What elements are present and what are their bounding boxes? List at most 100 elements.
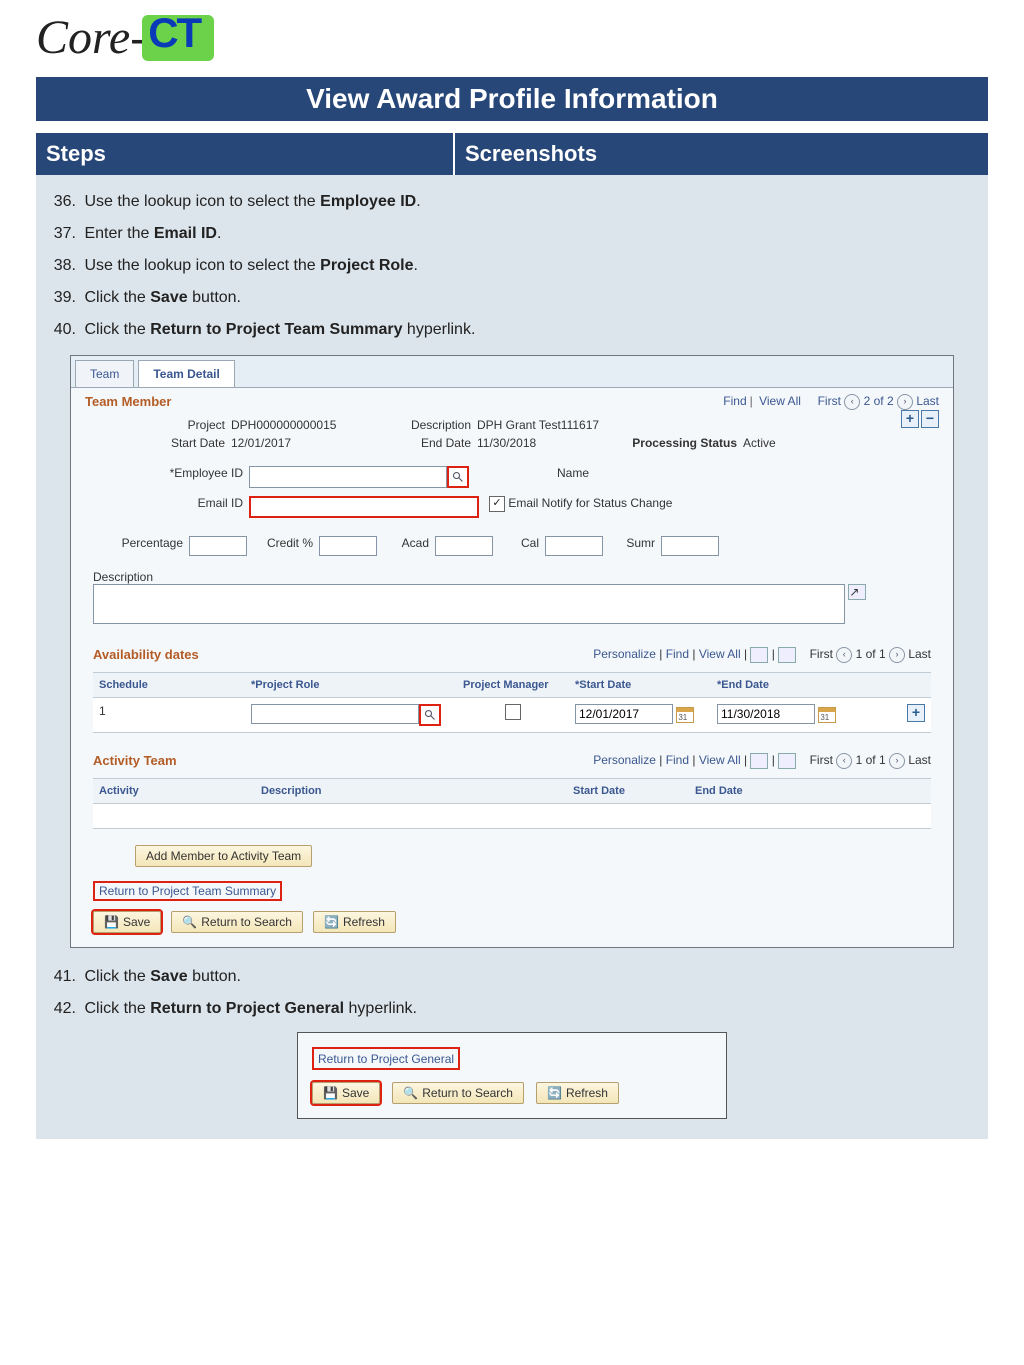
avail-prev-icon[interactable]: ‹ — [836, 647, 852, 663]
pager-text: 2 of 2 — [864, 394, 894, 408]
employee-id-label: *Employee ID — [93, 466, 249, 488]
calendar-icon[interactable] — [676, 707, 694, 723]
description2-label: Description — [93, 570, 931, 584]
project-role-input[interactable] — [251, 704, 419, 724]
email-notify-checkbox[interactable]: ✓ — [489, 496, 505, 512]
team-member-nav: Find| View All First ‹ 2 of 2 › Last — [723, 394, 939, 410]
hdr-pm: Project Manager — [457, 673, 569, 697]
avail-personalize-link[interactable]: Personalize — [593, 647, 656, 661]
schedule-cell: 1 — [93, 698, 245, 732]
hdr-act-desc: Description — [255, 779, 567, 803]
act-download-icon[interactable] — [778, 753, 796, 769]
logo-text: Core- — [36, 10, 146, 65]
hdr-role: *Project Role — [245, 673, 457, 697]
avail-find-link[interactable]: Find — [666, 647, 689, 661]
cal-label: Cal — [499, 536, 545, 556]
avail-start-input[interactable] — [575, 704, 673, 724]
email-id-input[interactable] — [249, 496, 479, 518]
app-screenshot: Team Team Detail Team Member Find| View … — [70, 355, 954, 948]
refresh-button[interactable]: 🔄Refresh — [313, 911, 396, 933]
first-label: First — [818, 394, 841, 408]
sumr-input[interactable] — [661, 536, 719, 556]
employee-id-input[interactable] — [249, 466, 447, 488]
act-zoom-icon[interactable] — [750, 753, 768, 769]
add-row-button[interactable]: + — [901, 410, 919, 428]
column-header-steps: Steps — [36, 133, 453, 175]
avail-zoom-icon[interactable] — [750, 647, 768, 663]
save-button[interactable]: 💾Save — [93, 911, 161, 933]
name-label: Name — [499, 466, 595, 488]
hdr-act-end: End Date — [689, 779, 811, 803]
act-prev-icon[interactable]: ‹ — [836, 753, 852, 769]
percentage-input[interactable] — [189, 536, 247, 556]
return-to-search-button[interactable]: 🔍Return to Search — [171, 911, 303, 933]
step-36: 36. Use the lookup icon to select the Em… — [48, 193, 976, 211]
find-link[interactable]: Find — [723, 394, 746, 408]
availability-title: Availability dates — [93, 647, 199, 662]
employee-id-lookup-icon[interactable] — [447, 466, 469, 488]
return-general-link[interactable]: Return to Project General — [318, 1052, 454, 1066]
procstatus-value: Active — [743, 436, 776, 450]
act-viewall-link[interactable]: View All — [699, 753, 741, 767]
avail-download-icon[interactable] — [778, 647, 796, 663]
hdr-schedule: Schedule — [93, 673, 245, 697]
act-next-icon[interactable]: › — [889, 753, 905, 769]
enddate-label: End Date — [391, 436, 477, 450]
pm-checkbox[interactable] — [505, 704, 521, 720]
project-role-lookup-icon[interactable] — [419, 704, 441, 726]
search-icon: 🔍 — [182, 915, 197, 929]
return-general-link-box: Return to Project General — [312, 1047, 460, 1070]
activity-row-empty — [93, 804, 931, 828]
snippet-refresh-button[interactable]: 🔄Refresh — [536, 1082, 619, 1104]
steps-list-a: 36. Use the lookup icon to select the Em… — [48, 193, 976, 339]
viewall-link[interactable]: View All — [759, 394, 801, 408]
save-icon: 💾 — [104, 915, 119, 929]
prev-icon[interactable]: ‹ — [844, 394, 860, 410]
description-value: DPH Grant Test111617 — [477, 418, 599, 432]
refresh-icon: 🔄 — [324, 915, 339, 929]
remove-row-button[interactable]: − — [921, 410, 939, 428]
tab-team[interactable]: Team — [75, 360, 134, 387]
description-label: Description — [391, 418, 477, 432]
tab-team-detail[interactable]: Team Detail — [138, 360, 234, 387]
calendar-icon[interactable] — [818, 707, 836, 723]
avail-next-icon[interactable]: › — [889, 647, 905, 663]
sumr-label: Sumr — [609, 536, 661, 556]
logo: Core-CT — [0, 0, 1024, 69]
avail-viewall-link[interactable]: View All — [699, 647, 741, 661]
credit-input[interactable] — [319, 536, 377, 556]
availability-toolbar: Personalize | Find | View All | | First … — [593, 647, 931, 663]
enddate-value: 11/30/2018 — [477, 436, 617, 450]
availability-grid: Schedule *Project Role Project Manager *… — [93, 672, 931, 733]
project-value: DPH000000000015 — [231, 418, 391, 432]
hdr-start: *Start Date — [569, 673, 711, 697]
next-icon[interactable]: › — [897, 394, 913, 410]
step-41: 41. Click the Save button. — [48, 968, 976, 986]
step-38: 38. Use the lookup icon to select the Pr… — [48, 257, 976, 275]
return-summary-link-box: Return to Project Team Summary — [93, 881, 282, 901]
credit-label: Credit % — [253, 536, 319, 556]
act-personalize-link[interactable]: Personalize — [593, 753, 656, 767]
add-member-button[interactable]: Add Member to Activity Team — [135, 845, 312, 867]
cal-input[interactable] — [545, 536, 603, 556]
refresh-icon: 🔄 — [547, 1086, 562, 1100]
avail-end-input[interactable] — [717, 704, 815, 724]
project-label: Project — [93, 418, 231, 432]
activity-team-title: Activity Team — [93, 753, 177, 768]
save-icon: 💾 — [323, 1086, 338, 1100]
step-37: 37. Enter the Email ID. — [48, 225, 976, 243]
availability-row: 1 + — [93, 698, 931, 732]
startdate-label: Start Date — [93, 436, 231, 450]
avail-add-row-button[interactable]: + — [907, 704, 925, 722]
acad-label: Acad — [383, 536, 435, 556]
act-find-link[interactable]: Find — [666, 753, 689, 767]
hdr-end: *End Date — [711, 673, 853, 697]
hdr-activity: Activity — [93, 779, 255, 803]
expand-textarea-icon[interactable]: ↗ — [848, 584, 866, 600]
acad-input[interactable] — [435, 536, 493, 556]
description-textarea[interactable] — [93, 584, 845, 624]
column-header-screenshots: Screenshots — [453, 133, 988, 175]
snippet-save-button[interactable]: 💾Save — [312, 1082, 380, 1104]
return-summary-link[interactable]: Return to Project Team Summary — [99, 884, 276, 898]
snippet-return-search-button[interactable]: 🔍Return to Search — [392, 1082, 524, 1104]
